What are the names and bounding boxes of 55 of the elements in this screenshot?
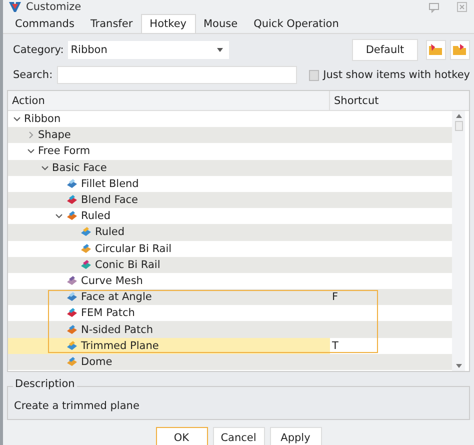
checkbox[interactable] <box>309 70 320 80</box>
dialog-button[interactable]: OK <box>156 427 208 445</box>
tree-item[interactable]: Circular Bi Rail <box>8 240 330 257</box>
shortcut-text: F <box>332 291 338 304</box>
shape-icon <box>66 178 78 190</box>
shape-icon <box>66 340 78 352</box>
column-header[interactable]: Action <box>8 91 330 110</box>
tree-item[interactable]: Curve Mesh <box>8 272 330 290</box>
scroll-thumb[interactable] <box>454 121 462 131</box>
shape-icon <box>80 242 92 255</box>
collapse-caret-icon[interactable] <box>13 115 21 124</box>
expand-caret-icon[interactable] <box>27 131 35 140</box>
dialog-button[interactable]: Apply <box>270 427 322 445</box>
window-title: Customize <box>26 1 82 13</box>
shape-icon <box>66 210 78 222</box>
description-text: Create a trimmed plane <box>14 400 140 412</box>
column-header[interactable]: Shortcut <box>330 91 452 110</box>
close-icon[interactable] <box>456 1 468 13</box>
import-button[interactable] <box>426 40 446 60</box>
shape-icon <box>66 307 78 320</box>
shape-icon <box>66 194 78 206</box>
tree-item[interactable]: Free Form <box>8 143 330 160</box>
folder-icon <box>428 43 444 57</box>
category-label: Category: <box>13 44 64 56</box>
tree-item[interactable]: Ruled <box>8 208 330 224</box>
checkbox-label: Just show items with hotkey <box>323 69 470 81</box>
shape-icon <box>66 324 78 336</box>
shortcut-text: T <box>332 340 338 352</box>
tree-item[interactable]: FEM Patch <box>8 305 330 322</box>
scroll-up-icon[interactable] <box>456 114 462 118</box>
search-field[interactable] <box>56 66 298 84</box>
collapse-caret-icon[interactable] <box>55 212 63 220</box>
tree-item[interactable]: Face at Angle <box>8 289 330 306</box>
shape-icon <box>80 258 92 271</box>
tab[interactable]: Hotkey <box>140 14 196 33</box>
tree-item[interactable]: Fillet Blend <box>8 176 330 192</box>
shape-icon <box>66 291 78 304</box>
tree-item[interactable]: Ribbon <box>8 111 330 128</box>
search-label: Search: <box>13 69 53 81</box>
shape-icon <box>66 356 78 368</box>
dropdown-arrow-icon <box>216 48 223 52</box>
shape-icon <box>66 274 78 287</box>
app-logo-icon <box>8 0 22 14</box>
shape-icon <box>80 226 92 238</box>
default-button[interactable]: Default <box>352 39 418 61</box>
tab[interactable]: Commands <box>7 14 82 33</box>
group-title: Description <box>13 378 77 390</box>
folder-icon <box>452 43 468 57</box>
scroll-down-icon[interactable] <box>456 364 462 368</box>
dialog-button[interactable]: Cancel <box>212 427 264 445</box>
tab[interactable]: Transfer <box>82 14 141 33</box>
export-button[interactable] <box>450 40 470 60</box>
tab[interactable]: Quick Operation <box>246 14 347 33</box>
category-dropdown[interactable]: Ribbon <box>68 41 229 59</box>
tab[interactable]: Mouse <box>196 14 246 33</box>
